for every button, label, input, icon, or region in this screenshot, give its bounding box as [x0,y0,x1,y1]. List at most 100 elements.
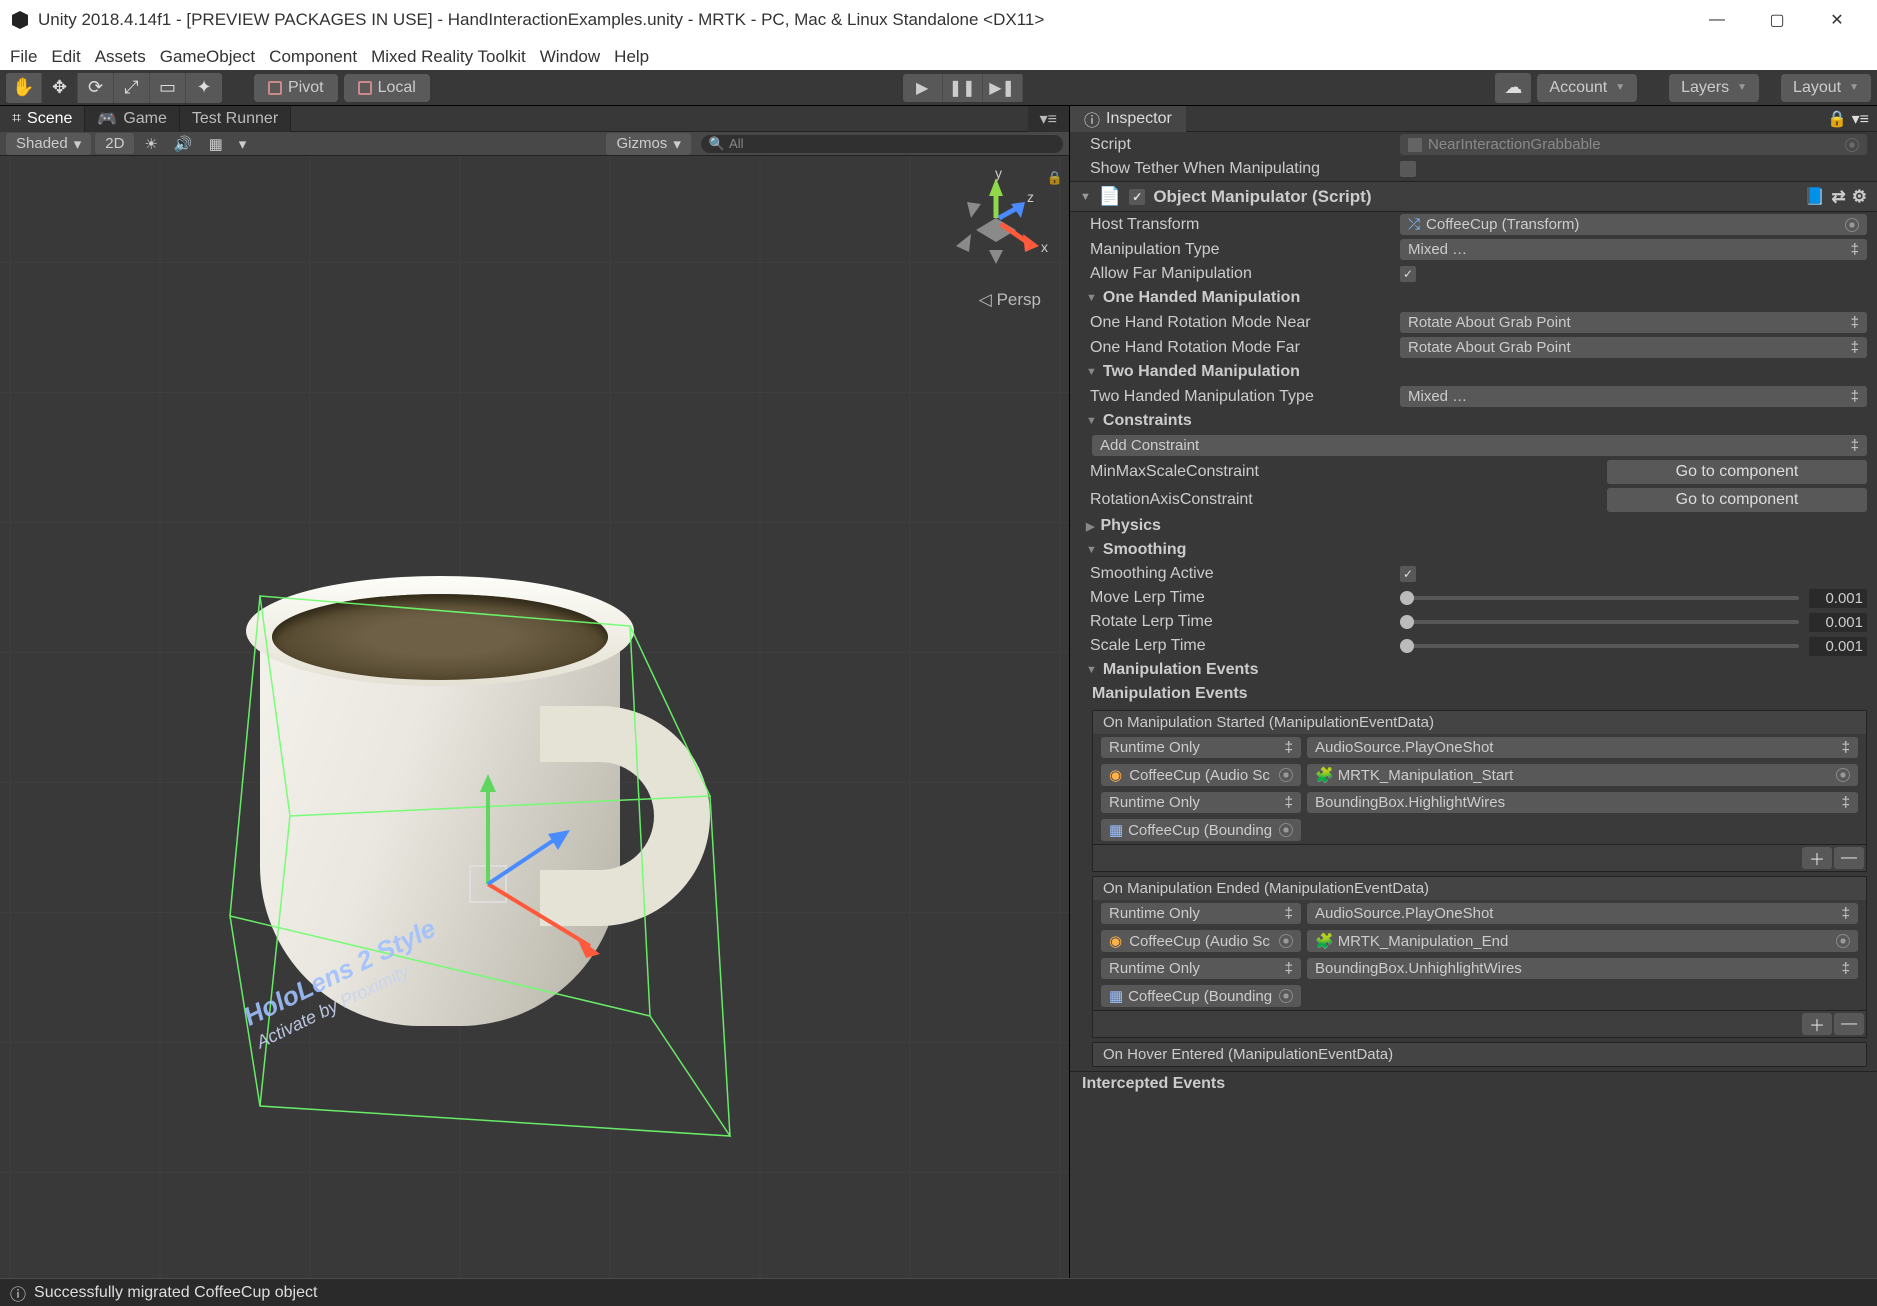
step-button[interactable]: ▶❚ [983,74,1023,102]
two-handed-section[interactable]: ▼Two Handed Manipulation [1070,360,1877,384]
tab-testrunner[interactable]: Test Runner [180,106,291,132]
event-started-title: On Manipulation Started (ManipulationEve… [1093,711,1866,734]
fx-dd[interactable]: ▾ [233,133,253,155]
event-remove-button[interactable]: — [1834,847,1864,869]
menu-edit[interactable]: Edit [51,47,80,67]
event-target-field-3[interactable]: ◉CoffeeCup (Audio Sc [1101,930,1301,952]
manipulation-events-header: Manipulation Events [1092,685,1248,703]
rotate-lerp-slider[interactable] [1400,620,1799,624]
layers-dropdown[interactable]: Layers▼ [1669,74,1759,102]
event-runtime-dropdown[interactable]: Runtime Only‡ [1101,737,1301,758]
menu-gameobject[interactable]: GameObject [160,47,255,67]
scene-view[interactable]: HoloLens 2 Style Activate by Proximity y… [0,156,1069,1278]
coffeecup-object[interactable] [260,596,620,1026]
help-icon[interactable]: 📘 [1804,187,1825,207]
goto-component-button-1[interactable]: Go to component [1607,460,1867,484]
transform-tool-button[interactable]: ✦ [186,73,222,103]
orientation-gizmo[interactable]: y x z [941,168,1051,278]
goto-component-button-2[interactable]: Go to component [1607,488,1867,512]
fx-toggle[interactable]: ▦ [203,133,229,155]
oh-near-dropdown[interactable]: Rotate About Grab Point‡ [1400,312,1867,333]
scale-lerp-slider[interactable] [1400,644,1799,648]
pivot-button[interactable]: Pivot [254,74,338,102]
one-handed-section[interactable]: ▼One Handed Manipulation [1070,286,1877,310]
event-function-dropdown[interactable]: AudioSource.PlayOneShot‡ [1307,737,1858,758]
menu-mrtk[interactable]: Mixed Reality Toolkit [371,47,526,67]
scale-tool-button[interactable]: ⤢ [114,73,150,103]
maximize-button[interactable]: ▢ [1747,0,1807,40]
event-target-field-2[interactable]: ▦CoffeeCup (Bounding [1101,819,1301,841]
host-transform-field[interactable]: ⤮CoffeeCup (Transform) [1400,214,1867,235]
local-icon [358,81,372,95]
add-constraint-dropdown[interactable]: Add Constraint‡ [1092,435,1867,456]
tab-game[interactable]: 🎮Game [85,106,180,132]
event-arg-field[interactable]: 🧩MRTK_Manipulation_Start [1307,764,1858,786]
lighting-toggle[interactable]: ☀ [138,133,163,155]
constraints-section[interactable]: ▼Constraints [1070,409,1877,433]
smoothing-section[interactable]: ▼Smoothing [1070,538,1877,562]
event-add-button-2[interactable]: ＋ [1802,1013,1832,1035]
menu-window[interactable]: Window [540,47,600,67]
move-tool-button[interactable]: ✥ [42,73,78,103]
event-add-button[interactable]: ＋ [1802,847,1832,869]
hand-tool-button[interactable]: ✋ [6,73,42,103]
menu-help[interactable]: Help [614,47,649,67]
pause-button[interactable]: ❚❚ [943,74,983,102]
object-manipulator-header[interactable]: ▼ 📄 Object Manipulator (Script) 📘 ⇄ ⚙ [1070,181,1877,212]
panel-menu-button[interactable]: ▾≡ [1028,106,1069,132]
menu-assets[interactable]: Assets [95,47,146,67]
layout-dropdown[interactable]: Layout▼ [1781,74,1871,102]
gizmo-lock-icon[interactable]: 🔒 [1047,170,1063,186]
gizmos-label: Gizmos [616,135,667,152]
manipulation-type-dropdown[interactable]: Mixed …‡ [1400,239,1867,260]
2d-toggle[interactable]: 2D [95,133,134,154]
menu-component[interactable]: Component [269,47,357,67]
minimize-button[interactable]: — [1687,0,1747,40]
component-enabled-checkbox[interactable] [1129,189,1145,205]
rect-tool-button[interactable]: ▭ [150,73,186,103]
event-function-dropdown-4[interactable]: BoundingBox.UnhighlightWires‡ [1307,958,1858,979]
gizmos-dropdown[interactable]: Gizmos▾ [606,133,690,155]
settings-icon[interactable]: ⚙ [1852,187,1867,207]
th-type-dropdown[interactable]: Mixed …‡ [1400,386,1867,407]
allow-far-checkbox[interactable] [1400,266,1416,282]
show-tether-checkbox[interactable] [1400,161,1416,177]
menu-file[interactable]: File [10,47,37,67]
scale-lerp-value[interactable]: 0.001 [1809,637,1867,656]
event-runtime-dropdown-3[interactable]: Runtime Only‡ [1101,903,1301,924]
physics-section[interactable]: ▶Physics [1070,514,1877,538]
oh-far-dropdown[interactable]: Rotate About Grab Point‡ [1400,337,1867,358]
script-field[interactable]: NearInteractionGrabbable [1400,134,1867,155]
event-target-field[interactable]: ◉CoffeeCup (Audio Sc [1101,764,1301,786]
shading-dropdown[interactable]: Shaded▾ [6,133,91,155]
local-button[interactable]: Local [344,74,430,102]
event-runtime-dropdown-2[interactable]: Runtime Only‡ [1101,792,1301,813]
play-button[interactable]: ▶ [903,74,943,102]
event-remove-button-2[interactable]: — [1834,1013,1864,1035]
move-lerp-slider[interactable] [1400,596,1799,600]
preset-icon[interactable]: ⇄ [1832,187,1846,207]
event-arg-field-2[interactable]: 🧩MRTK_Manipulation_End [1307,930,1858,952]
script-label: Script [1090,136,1390,154]
move-lerp-value[interactable]: 0.001 [1809,589,1867,608]
svg-text:y: y [995,168,1002,181]
audio-toggle[interactable]: 🔊 [168,133,199,155]
tab-inspector[interactable]: ⓘInspector [1070,106,1186,132]
close-button[interactable]: ✕ [1807,0,1867,40]
rotate-tool-button[interactable]: ⟳ [78,73,114,103]
component-title: Object Manipulator (Script) [1153,187,1371,207]
rotate-lerp-value[interactable]: 0.001 [1809,613,1867,632]
perspective-label[interactable]: ◁ Persp [979,290,1041,310]
inspector-lock-button[interactable]: 🔒 ▾≡ [1819,106,1877,132]
scene-search[interactable]: 🔍All [701,135,1063,153]
tab-scene[interactable]: ⌗Scene [0,106,85,132]
event-function-dropdown-2[interactable]: BoundingBox.HighlightWires‡ [1307,792,1858,813]
event-function-dropdown-3[interactable]: AudioSource.PlayOneShot‡ [1307,903,1858,924]
manipulation-events-section[interactable]: ▼Manipulation Events [1070,658,1877,682]
event-runtime-dropdown-4[interactable]: Runtime Only‡ [1101,958,1301,979]
event-target-field-4[interactable]: ▦CoffeeCup (Bounding [1101,985,1301,1007]
script-component-icon: 📄 [1099,186,1121,207]
account-dropdown[interactable]: Account▼ [1537,74,1637,102]
smoothing-active-checkbox[interactable] [1400,566,1416,582]
cloud-button[interactable]: ☁ [1495,73,1531,103]
